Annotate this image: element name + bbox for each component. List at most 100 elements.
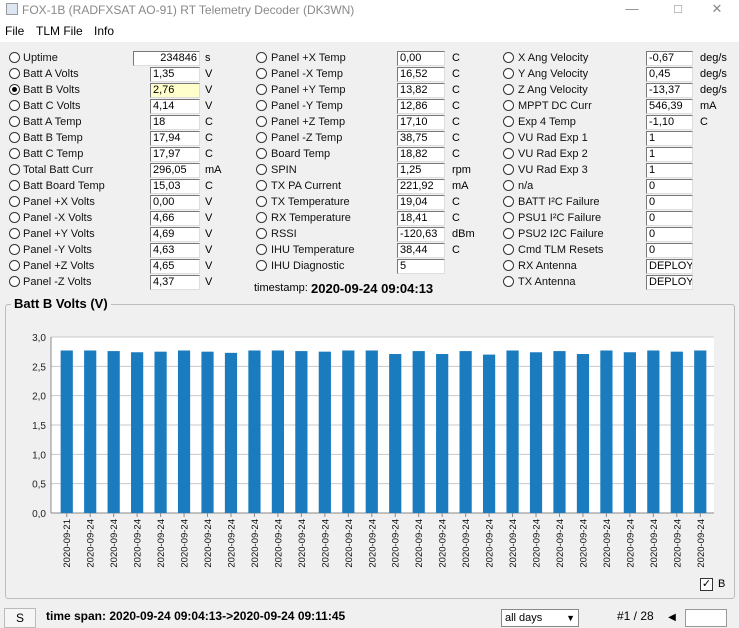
label-tx-temperature: TX Temperature [271, 196, 350, 208]
bar [318, 351, 331, 513]
radio-batt-c-temp[interactable] [9, 148, 20, 159]
menu-bar: File TLM File Info [0, 20, 739, 42]
value-batt-board-temp: 15,03 [150, 179, 200, 194]
radio-vu-rad-exp-2[interactable] [503, 148, 514, 159]
y-tick-label: 0,0 [32, 509, 46, 520]
minimize-icon[interactable]: — [609, 0, 655, 20]
radio-panel-x-temp[interactable] [256, 52, 267, 63]
unit-batt-board-temp: C [205, 180, 213, 192]
label-vu-rad-exp-1: VU Rad Exp 1 [518, 132, 588, 144]
radio-rx-temperature[interactable] [256, 212, 267, 223]
radio-batt-b-temp[interactable] [9, 132, 20, 143]
radio-panel-x-volts[interactable] [9, 196, 20, 207]
value-panel-y-volts: 4,63 [150, 243, 200, 258]
radio-batt-c-volts[interactable] [9, 100, 20, 111]
y-tick-label: 0,5 [32, 480, 46, 491]
x-tick-label: 2020-09-24 [578, 519, 589, 568]
radio-rx-antenna[interactable] [503, 260, 514, 271]
radio-n-a[interactable] [503, 180, 514, 191]
radio-z-ang-velocity[interactable] [503, 84, 514, 95]
bar [553, 351, 566, 513]
label-rx-temperature: RX Temperature [271, 212, 351, 224]
radio-cmd-tlm-resets[interactable] [503, 244, 514, 255]
legend-checkbox[interactable]: ✓ [700, 578, 713, 591]
radio-batt-a-volts[interactable] [9, 68, 20, 79]
unit-panel-z-temp: C [452, 116, 460, 128]
radio-board-temp[interactable] [256, 148, 267, 159]
radio-ihu-diagnostic[interactable] [256, 260, 267, 271]
value-rx-temperature: 18,41 [397, 211, 445, 226]
value-panel-z-volts: 4,65 [150, 259, 200, 274]
bar [107, 351, 120, 513]
label-ihu-temperature: IHU Temperature [271, 244, 355, 256]
unit-panel-x-temp: C [452, 68, 460, 80]
radio-psu1-i-c-failure[interactable] [503, 212, 514, 223]
radio-panel-x-volts[interactable] [9, 212, 20, 223]
page-input[interactable] [685, 609, 727, 627]
status-bar: S time span: 2020-09-24 09:04:13->2020-0… [0, 604, 739, 628]
x-tick-label: 2020-09-24 [109, 519, 120, 568]
value-panel-z-temp: 17,10 [397, 115, 445, 130]
days-select[interactable]: all days ▼ [501, 609, 579, 627]
value-x-ang-velocity: -0,67 [646, 51, 693, 66]
unit-batt-c-temp: C [205, 148, 213, 160]
close-icon[interactable]: ✕ [694, 0, 739, 20]
label-batt-c-volts: Batt C Volts [23, 100, 81, 112]
radio-panel-z-temp[interactable] [256, 132, 267, 143]
x-tick-label: 2020-09-24 [297, 519, 308, 568]
value-n-a: 0 [646, 179, 693, 194]
value-ihu-temperature: 38,44 [397, 243, 445, 258]
unit-ihu-temperature: C [452, 244, 460, 256]
radio-batt-a-temp[interactable] [9, 116, 20, 127]
unit-total-batt-curr: mA [205, 164, 222, 176]
menu-tlm-file[interactable]: TLM File [36, 24, 83, 38]
value-panel-y-temp: 13,82 [397, 83, 445, 98]
radio-tx-pa-current[interactable] [256, 180, 267, 191]
label-panel-z-temp: Panel -Z Temp [271, 132, 343, 144]
radio-y-ang-velocity[interactable] [503, 68, 514, 79]
radio-panel-z-temp[interactable] [256, 116, 267, 127]
radio-panel-y-temp[interactable] [256, 84, 267, 95]
s-button[interactable]: S [4, 608, 36, 628]
y-tick-label: 3,0 [32, 333, 46, 344]
radio-panel-y-temp[interactable] [256, 100, 267, 111]
label-vu-rad-exp-3: VU Rad Exp 3 [518, 164, 588, 176]
radio-x-ang-velocity[interactable] [503, 52, 514, 63]
radio-uptime[interactable] [9, 52, 20, 63]
radio-batt-i-c-failure[interactable] [503, 196, 514, 207]
radio-batt-board-temp[interactable] [9, 180, 20, 191]
radio-vu-rad-exp-1[interactable] [503, 132, 514, 143]
prev-icon[interactable]: ◀ [665, 610, 679, 626]
unit-x-ang-velocity: deg/s [700, 52, 727, 64]
bar [459, 351, 472, 513]
radio-exp-4-temp[interactable] [503, 116, 514, 127]
radio-rssi[interactable] [256, 228, 267, 239]
radio-panel-y-volts[interactable] [9, 228, 20, 239]
radio-vu-rad-exp-3[interactable] [503, 164, 514, 175]
chart-panel-title: Batt B Volts (V) [11, 296, 111, 311]
label-board-temp: Board Temp [271, 148, 331, 160]
bar [576, 354, 590, 513]
radio-mppt-dc-curr[interactable] [503, 100, 514, 111]
radio-panel-y-volts[interactable] [9, 244, 20, 255]
radio-spin[interactable] [256, 164, 267, 175]
x-tick-label: 2020-09-24 [250, 519, 261, 568]
unit-panel-z-temp: C [452, 132, 460, 144]
radio-panel-z-volts[interactable] [9, 260, 20, 271]
menu-file[interactable]: File [5, 24, 24, 38]
bar [389, 354, 402, 513]
radio-psu2-i2c-failure[interactable] [503, 228, 514, 239]
y-tick-label: 2,0 [32, 392, 46, 403]
radio-panel-z-volts[interactable] [9, 276, 20, 287]
radio-tx-antenna[interactable] [503, 276, 514, 287]
label-batt-board-temp: Batt Board Temp [23, 180, 105, 192]
unit-panel-y-volts: V [205, 228, 213, 240]
radio-total-batt-curr[interactable] [9, 164, 20, 175]
unit-board-temp: C [452, 148, 460, 160]
value-panel-z-volts: 4,37 [150, 275, 200, 290]
radio-panel-x-temp[interactable] [256, 68, 267, 79]
radio-tx-temperature[interactable] [256, 196, 267, 207]
menu-info[interactable]: Info [94, 24, 114, 38]
radio-ihu-temperature[interactable] [256, 244, 267, 255]
radio-batt-b-volts[interactable] [9, 84, 20, 95]
